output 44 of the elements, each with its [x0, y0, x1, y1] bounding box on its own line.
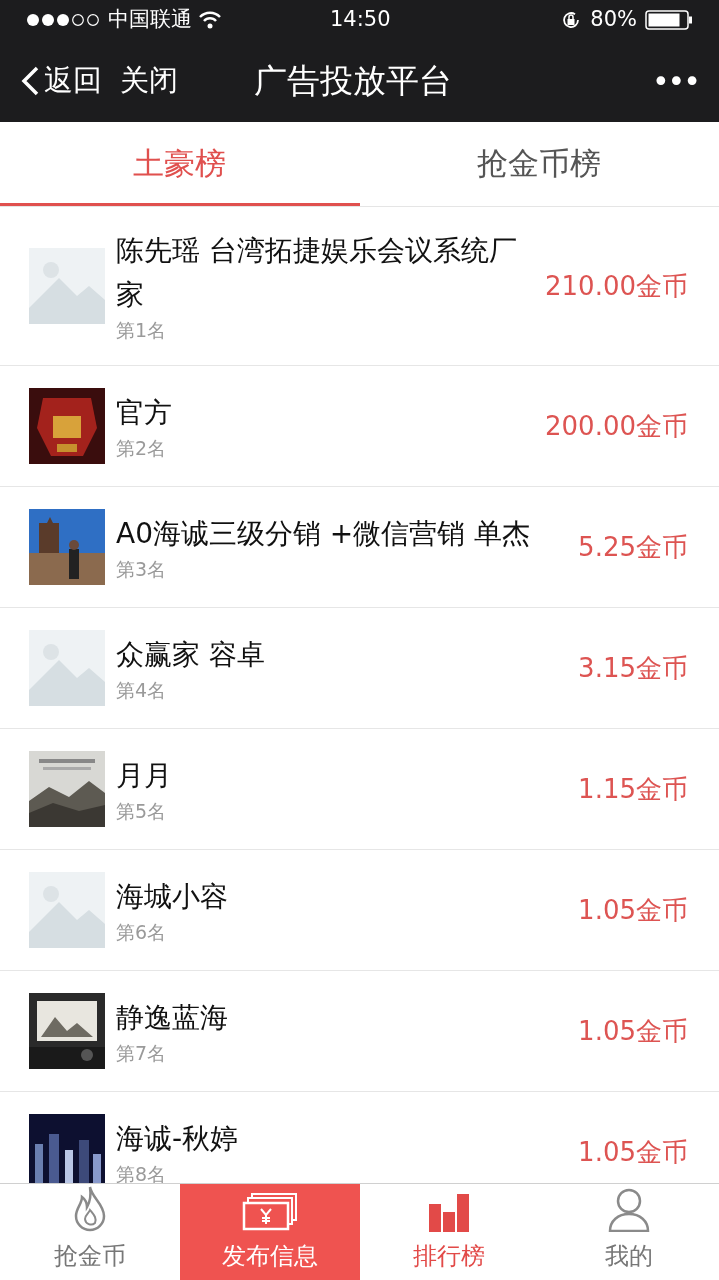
close-button[interactable]: 关闭: [120, 59, 178, 103]
rank-label: 第5名: [116, 799, 168, 824]
battery-icon: [645, 10, 693, 30]
publish-button[interactable]: 发布信息: [179, 1184, 360, 1280]
page-title: 广告投放平台: [254, 60, 452, 103]
rank-label: 第3名: [116, 557, 168, 582]
coin-amount: 200.00金币: [545, 409, 688, 443]
tab[interactable]: 抢金币榜: [359, 122, 719, 206]
user-name: 陈先瑶 台湾拓捷娱乐会议系统厂家: [116, 233, 518, 313]
user-name: 月月: [116, 758, 173, 794]
user-name: 海城小容: [116, 879, 229, 915]
bar-chart-icon: [427, 1192, 472, 1232]
battery-percent: 80%: [590, 6, 637, 34]
person-icon: [607, 1188, 652, 1232]
coin-amount: 3.15金币: [578, 651, 688, 685]
coin-amount: 1.05金币: [578, 1014, 688, 1048]
tab[interactable]: 土豪榜: [0, 122, 360, 206]
carrier-name: 中国联通: [108, 6, 192, 34]
rank-label: 第4名: [116, 678, 168, 703]
user-name: 静逸蓝海: [116, 1000, 229, 1036]
rank-label: 第6名: [116, 920, 168, 945]
back-button[interactable]: 返回: [20, 59, 102, 103]
coin-amount: 1.05金币: [578, 1135, 688, 1169]
tab-bar-item[interactable]: 我的: [539, 1184, 719, 1280]
rank-label: 第8名: [116, 1162, 168, 1183]
user-name: 海诚-秋婷: [116, 1121, 240, 1157]
wifi-icon: [198, 11, 222, 29]
banknote-icon: [241, 1192, 298, 1232]
tab-bar-item[interactable]: 抢金币: [0, 1184, 180, 1280]
rank-label: 第7名: [116, 1041, 168, 1066]
more-button[interactable]: •••: [651, 58, 699, 104]
tab-bar-item[interactable]: 排行榜: [359, 1184, 540, 1280]
signal-icon: [26, 13, 102, 27]
user-name: 众赢家 容卓: [116, 637, 266, 673]
rank-label: 第2名: [116, 436, 168, 461]
user-name: A0海诚三级分销 +微信营销 单杰: [116, 516, 532, 552]
rank-label: 第1名: [116, 318, 168, 343]
coin-amount: 210.00金币: [545, 269, 688, 303]
coin-amount: 5.25金币: [578, 530, 688, 564]
coin-amount: 1.15金币: [578, 772, 688, 806]
user-name: 官方: [116, 395, 173, 431]
coin-amount: 1.05金币: [578, 893, 688, 927]
chevron-left-icon: [20, 65, 40, 97]
clock-time: 14:50: [330, 6, 391, 34]
